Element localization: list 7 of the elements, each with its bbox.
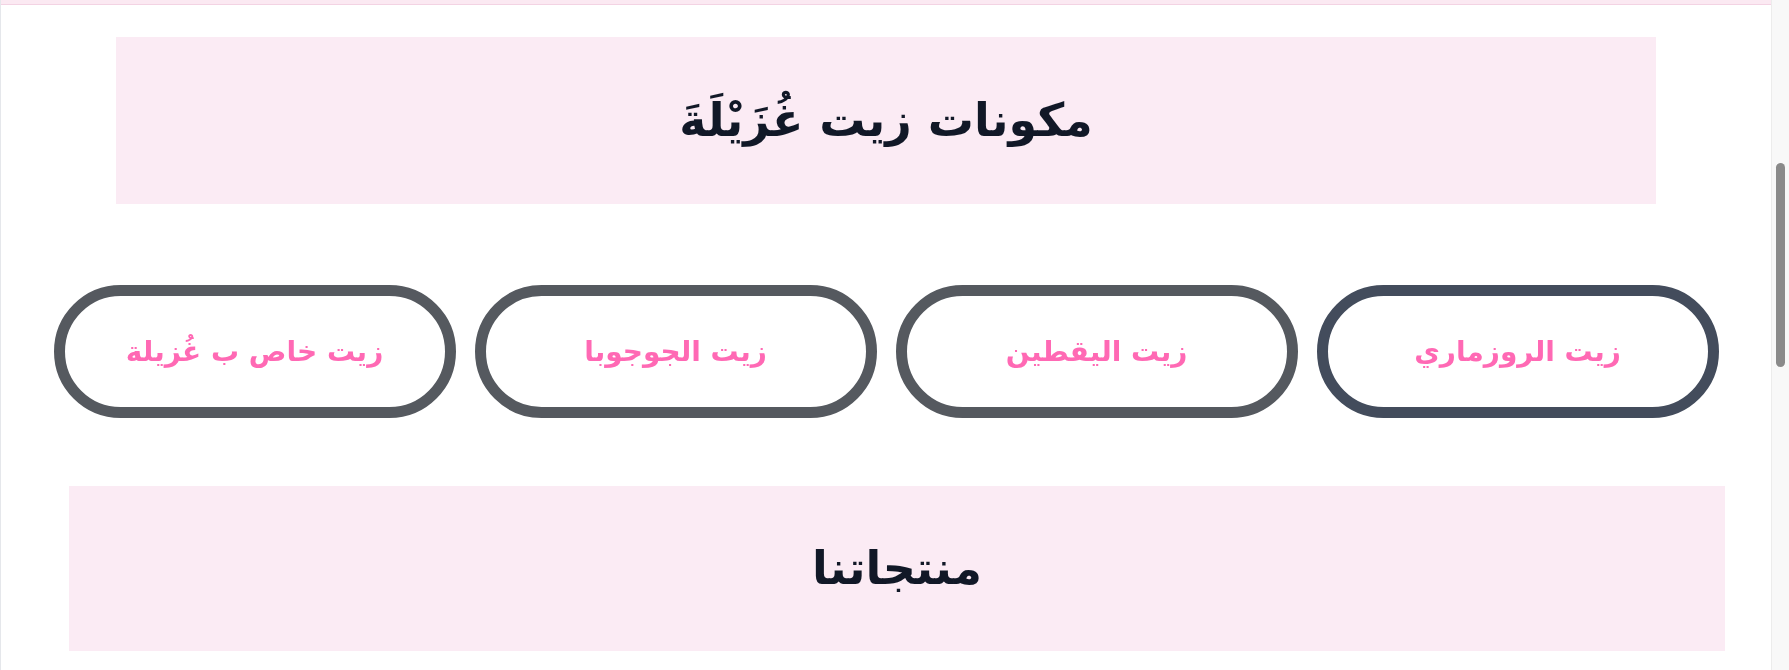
section-heading: منتجاتنا — [812, 539, 982, 597]
ingredient-button[interactable]: زيت خاص ب غُزيلة — [53, 285, 456, 418]
ingredient-button[interactable]: زيت الجوجوبا — [474, 285, 877, 418]
section-heading: مكونات زيت غُزَيْلَةَ — [679, 89, 1093, 149]
scrollbar-thumb[interactable] — [1776, 163, 1785, 367]
ingredient-button[interactable]: زيت اليقطين — [895, 285, 1298, 418]
ingredient-button[interactable]: زيت الروزماري — [1316, 285, 1719, 418]
